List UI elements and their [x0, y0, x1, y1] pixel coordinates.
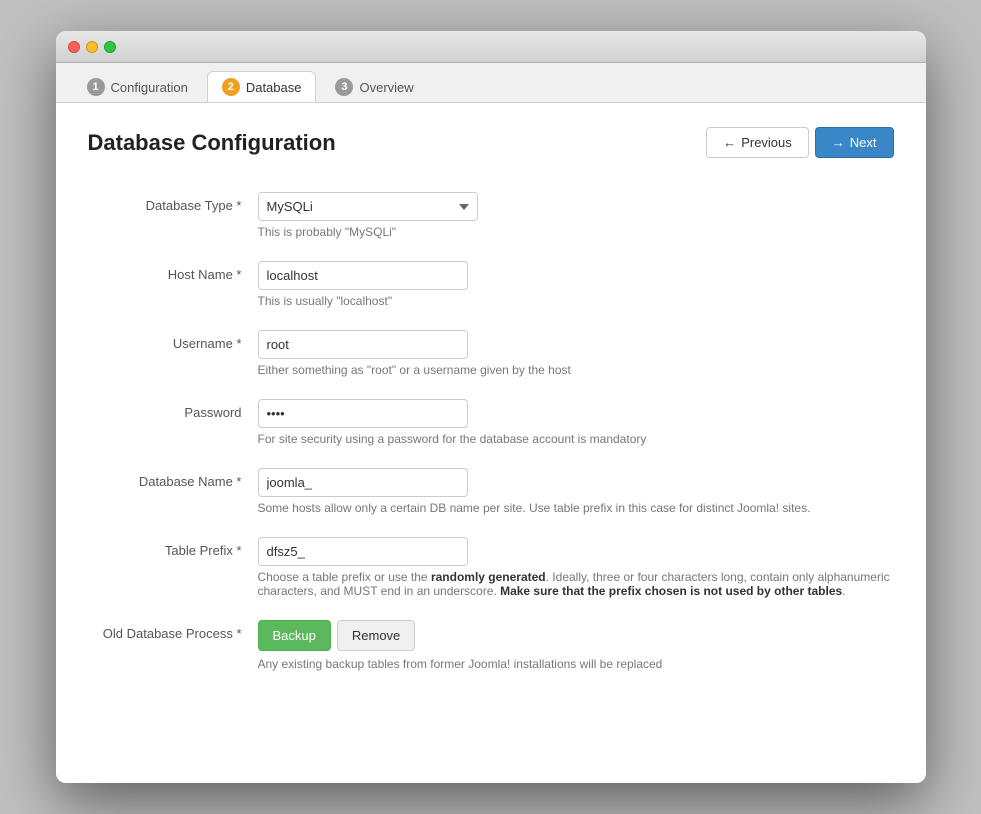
host-name-row: Host Name * This is usually "localhost" [88, 255, 894, 324]
database-type-row: Database Type * MySQLi MySQL PostgreSQL … [88, 186, 894, 255]
password-label: Password [88, 393, 258, 462]
database-type-field-cell: MySQLi MySQL PostgreSQL This is probably… [258, 186, 894, 255]
username-hint: Either something as "root" or a username… [258, 363, 894, 377]
tab-configuration[interactable]: 1 Configuration [72, 71, 203, 102]
database-name-field-cell: Some hosts allow only a certain DB name … [258, 462, 894, 531]
main-window: 1 Configuration 2 Database 3 Overview Da… [56, 31, 926, 783]
host-name-label: Host Name * [88, 255, 258, 324]
table-prefix-hint-after2: . [842, 584, 845, 598]
tabs-bar: 1 Configuration 2 Database 3 Overview [56, 63, 926, 103]
tab-label-database: Database [246, 80, 302, 95]
tab-number-3: 3 [335, 78, 353, 96]
table-prefix-row: Table Prefix * Choose a table prefix or … [88, 531, 894, 614]
table-prefix-hint-bold2: Make sure that the prefix chosen is not … [500, 584, 842, 598]
arrow-right-icon: → [832, 135, 845, 150]
old-database-process-label: Old Database Process * [88, 614, 258, 687]
table-prefix-field-cell: Choose a table prefix or use the randoml… [258, 531, 894, 614]
form-table: Database Type * MySQLi MySQL PostgreSQL … [88, 186, 894, 687]
password-hint: For site security using a password for t… [258, 432, 894, 446]
host-name-hint: This is usually "localhost" [258, 294, 894, 308]
tab-database[interactable]: 2 Database [207, 71, 317, 102]
tab-overview[interactable]: 3 Overview [320, 71, 428, 102]
old-database-process-row: Old Database Process * Backup Remove Any… [88, 614, 894, 687]
titlebar-buttons [68, 41, 116, 53]
username-field-cell: Either something as "root" or a username… [258, 324, 894, 393]
password-field-cell: For site security using a password for t… [258, 393, 894, 462]
content-area: Database Configuration ← Previous → Next… [56, 103, 926, 783]
database-name-input[interactable] [258, 468, 468, 497]
close-button[interactable] [68, 41, 80, 53]
arrow-left-icon: ← [723, 135, 736, 150]
table-prefix-hint-before: Choose a table prefix or use the [258, 570, 431, 584]
tab-label-configuration: Configuration [111, 80, 188, 95]
page-title: Database Configuration [88, 130, 336, 156]
backup-button[interactable]: Backup [258, 620, 331, 651]
host-name-input[interactable] [258, 261, 468, 290]
database-type-hint: This is probably "MySQLi" [258, 225, 894, 239]
table-prefix-hint: Choose a table prefix or use the randoml… [258, 570, 894, 598]
table-prefix-hint-bold1: randomly generated [431, 570, 546, 584]
header-buttons: ← Previous → Next [706, 127, 893, 158]
tab-number-1: 1 [87, 78, 105, 96]
database-type-select[interactable]: MySQLi MySQL PostgreSQL [258, 192, 478, 221]
process-buttons: Backup Remove [258, 620, 894, 651]
table-prefix-label: Table Prefix * [88, 531, 258, 614]
minimize-button[interactable] [86, 41, 98, 53]
next-button[interactable]: → Next [815, 127, 894, 158]
old-database-process-field-cell: Backup Remove Any existing backup tables… [258, 614, 894, 687]
old-database-process-hint: Any existing backup tables from former J… [258, 657, 894, 671]
maximize-button[interactable] [104, 41, 116, 53]
password-input[interactable] [258, 399, 468, 428]
previous-label: Previous [741, 135, 792, 150]
titlebar [56, 31, 926, 63]
username-input[interactable] [258, 330, 468, 359]
database-type-label: Database Type * [88, 186, 258, 255]
database-name-hint: Some hosts allow only a certain DB name … [258, 501, 894, 515]
previous-button[interactable]: ← Previous [706, 127, 809, 158]
database-name-label: Database Name * [88, 462, 258, 531]
next-label: Next [850, 135, 877, 150]
tab-label-overview: Overview [359, 80, 413, 95]
tab-number-2: 2 [222, 78, 240, 96]
content-header: Database Configuration ← Previous → Next [88, 127, 894, 158]
database-name-row: Database Name * Some hosts allow only a … [88, 462, 894, 531]
host-name-field-cell: This is usually "localhost" [258, 255, 894, 324]
password-row: Password For site security using a passw… [88, 393, 894, 462]
remove-button[interactable]: Remove [337, 620, 415, 651]
username-row: Username * Either something as "root" or… [88, 324, 894, 393]
table-prefix-input[interactable] [258, 537, 468, 566]
username-label: Username * [88, 324, 258, 393]
